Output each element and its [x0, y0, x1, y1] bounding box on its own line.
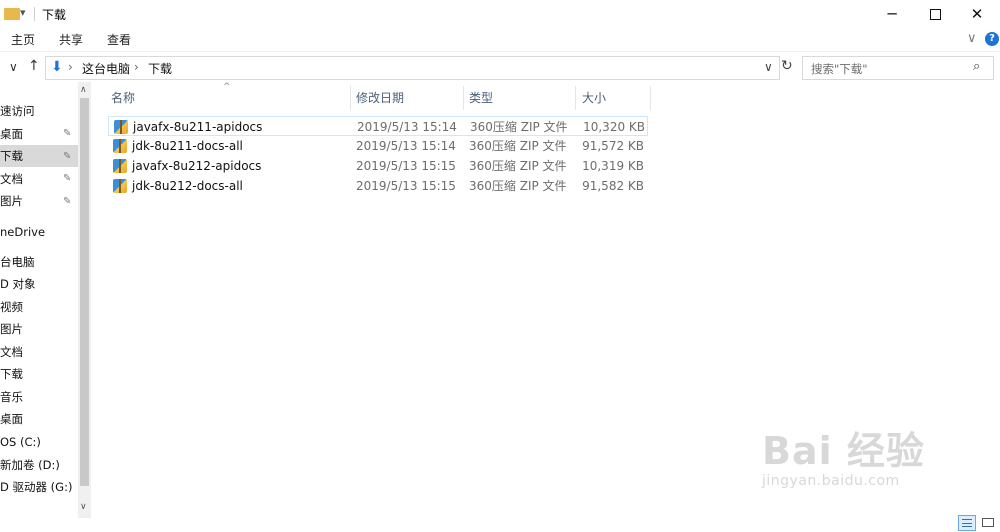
nav-downloads[interactable]: 下载	[0, 364, 23, 384]
baidu-jingyan-watermark: Bai 经验 jingyan.baidu.com	[762, 420, 992, 510]
file-date: 2019/5/13 15:14	[356, 139, 456, 153]
file-row[interactable]: jdk-8u212-docs-all 2019/5/13 15:15 360压缩…	[108, 176, 648, 196]
breadcrumb-separator[interactable]: ›	[134, 60, 139, 74]
file-name[interactable]: javafx-8u212-apidocs	[132, 156, 261, 176]
pin-icon[interactable]: ✎	[63, 196, 71, 207]
pin-icon[interactable]: ✎	[63, 128, 71, 139]
breadcrumb-this-pc[interactable]: 这台电脑	[82, 60, 130, 77]
close-icon: ✕	[970, 5, 984, 23]
nav-quick-access[interactable]: 速访问	[0, 101, 35, 121]
help-icon[interactable]: ?	[985, 32, 999, 46]
nav-desktop-pinned[interactable]: 桌面	[0, 124, 23, 144]
scroll-up-icon[interactable]: ∧	[80, 85, 87, 95]
breadcrumb-separator[interactable]: ›	[68, 60, 73, 74]
file-row[interactable]: javafx-8u212-apidocs 2019/5/13 15:15 360…	[108, 156, 648, 176]
nav-3d-objects[interactable]: D 对象	[0, 274, 36, 294]
tab-view[interactable]: 查看	[107, 30, 131, 50]
nav-documents-pinned[interactable]: 文档	[0, 169, 23, 189]
recent-locations-chevron-icon[interactable]: ∨	[9, 60, 18, 74]
zip-archive-icon	[113, 139, 127, 153]
breadcrumb-downloads[interactable]: 下载	[148, 60, 172, 77]
nav-pictures[interactable]: 图片	[0, 319, 23, 339]
column-divider[interactable]	[650, 86, 651, 110]
nav-desktop[interactable]: 桌面	[0, 409, 23, 429]
file-size: 10,320 KB	[583, 120, 645, 134]
up-arrow-icon[interactable]: ↑	[28, 58, 40, 74]
title-bar: ▾ 下载 ─ ✕	[0, 0, 1000, 28]
file-name[interactable]: jdk-8u212-docs-all	[132, 176, 243, 196]
zip-archive-icon	[114, 120, 128, 134]
ribbon-expand-chevron-icon[interactable]: ∨	[967, 31, 977, 46]
file-date: 2019/5/13 15:14	[357, 120, 457, 134]
title-separator	[34, 7, 35, 21]
maximize-button[interactable]	[912, 0, 958, 28]
nav-pictures-pinned[interactable]: 图片	[0, 191, 23, 211]
large-icons-view-toggle-icon[interactable]	[979, 515, 997, 531]
file-name[interactable]: javafx-8u211-apidocs	[133, 117, 262, 137]
tab-home[interactable]: 主页	[11, 30, 35, 50]
watermark-url: jingyan.baidu.com	[762, 473, 900, 489]
search-box[interactable]: 搜索"下载" ⌕	[802, 56, 994, 80]
maximize-icon	[929, 8, 941, 20]
zip-archive-icon	[113, 179, 127, 193]
nav-drive-c[interactable]: OS (C:)	[0, 432, 41, 452]
file-date: 2019/5/13 15:15	[356, 179, 456, 193]
nav-drive-g[interactable]: D 驱动器 (G:)	[0, 477, 72, 497]
file-size: 91,572 KB	[582, 139, 644, 153]
nav-downloads-pinned[interactable]: 下载	[0, 146, 23, 166]
scroll-down-icon[interactable]: ∨	[80, 502, 87, 512]
address-bar[interactable]: ⬇ › 这台电脑 › 下载 ∨	[45, 56, 780, 80]
file-date: 2019/5/13 15:15	[356, 159, 456, 173]
close-button[interactable]: ✕	[954, 0, 1000, 28]
file-size: 91,582 KB	[582, 179, 644, 193]
nav-documents[interactable]: 文档	[0, 342, 23, 362]
column-header-type[interactable]: 类型	[469, 86, 493, 110]
search-input[interactable]: 搜索"下载"	[811, 61, 868, 77]
nav-videos[interactable]: 视频	[0, 297, 23, 317]
column-header-size[interactable]: 大小	[582, 86, 606, 110]
search-icon[interactable]: ⌕	[973, 59, 980, 74]
folder-icon	[4, 8, 20, 20]
minimize-button[interactable]: ─	[869, 0, 915, 28]
file-row[interactable]: jdk-8u211-docs-all 2019/5/13 15:14 360压缩…	[108, 136, 648, 156]
tab-share[interactable]: 共享	[59, 30, 83, 50]
pin-icon[interactable]: ✎	[63, 151, 71, 162]
file-size: 10,319 KB	[582, 159, 644, 173]
nav-music[interactable]: 音乐	[0, 387, 23, 407]
sort-ascending-icon: ^	[223, 82, 231, 92]
file-row-selected[interactable]: javafx-8u211-apidocs 2019/5/13 15:14 360…	[108, 116, 648, 136]
watermark-logo: Bai 经验	[762, 429, 925, 473]
details-view-toggle-icon[interactable]	[958, 515, 976, 531]
window-title: 下载	[42, 8, 67, 22]
address-dropdown-icon[interactable]: ∨	[764, 60, 773, 74]
column-divider[interactable]	[463, 86, 464, 110]
nav-drive-d[interactable]: 新加卷 (D:)	[0, 455, 60, 475]
nav-onedrive[interactable]: neDrive	[0, 222, 45, 242]
quick-access-dropdown-icon[interactable]: ▾	[20, 6, 26, 19]
nav-this-pc[interactable]: 台电脑	[0, 252, 35, 272]
refresh-icon[interactable]: ↻	[781, 58, 793, 74]
ribbon-divider	[0, 51, 1000, 52]
column-divider[interactable]	[350, 86, 351, 110]
download-folder-icon: ⬇	[51, 59, 63, 75]
column-header-date[interactable]: 修改日期	[356, 86, 404, 110]
column-header-name[interactable]: 名称	[111, 86, 135, 110]
minimize-icon: ─	[887, 5, 897, 23]
pin-icon[interactable]: ✎	[63, 173, 71, 184]
nav-scrollbar-thumb[interactable]	[80, 98, 89, 486]
zip-archive-icon	[113, 159, 127, 173]
file-name[interactable]: jdk-8u211-docs-all	[132, 136, 243, 156]
column-divider[interactable]	[575, 86, 576, 110]
